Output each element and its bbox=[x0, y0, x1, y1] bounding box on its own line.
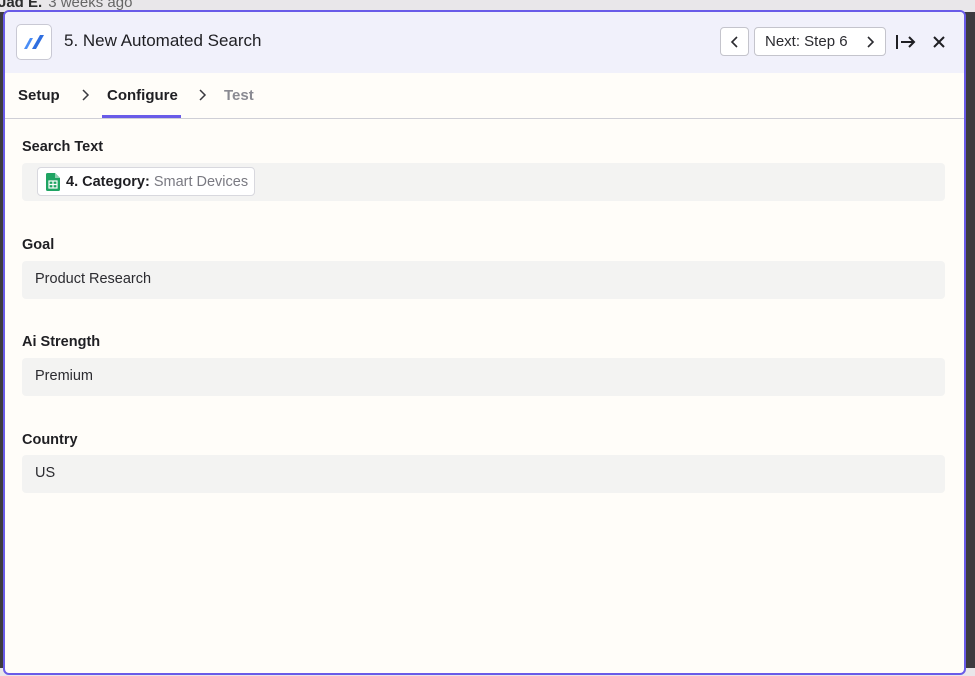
active-tab-indicator bbox=[102, 115, 181, 118]
goal-value: Product Research bbox=[35, 271, 152, 287]
step-editor-modal: 5. New Automated Search Next: Step 6 Set… bbox=[3, 10, 966, 675]
tab-test[interactable]: Test bbox=[224, 87, 254, 104]
tab-setup[interactable]: Setup bbox=[18, 87, 60, 104]
search-text-label: Search Text bbox=[22, 139, 104, 155]
chevron-left-icon bbox=[730, 35, 738, 48]
step-tabs: Setup Configure Test bbox=[5, 73, 964, 119]
country-value: US bbox=[35, 465, 56, 481]
previous-step-button[interactable] bbox=[720, 27, 749, 56]
app-logo-icon bbox=[24, 35, 44, 49]
goal-field[interactable]: Product Research bbox=[22, 261, 945, 299]
ai-strength-value: Premium bbox=[35, 368, 94, 384]
search-text-field[interactable]: 4. Category: Smart Devices bbox=[22, 163, 945, 201]
ai-strength-label: Ai Strength bbox=[22, 334, 101, 350]
next-step-label: Next: Step 6 bbox=[765, 33, 848, 50]
app-logo bbox=[16, 24, 52, 60]
ai-strength-field[interactable]: Premium bbox=[22, 358, 945, 396]
next-step-button[interactable]: Next: Step 6 bbox=[754, 27, 886, 56]
chevron-right-icon bbox=[199, 89, 207, 101]
google-sheets-icon bbox=[46, 172, 60, 191]
chevron-right-icon bbox=[867, 35, 875, 48]
modal-header: 5. New Automated Search Next: Step 6 bbox=[5, 12, 964, 73]
country-label: Country bbox=[22, 432, 78, 448]
close-icon[interactable] bbox=[928, 31, 950, 53]
step-title: 5. New Automated Search bbox=[64, 31, 262, 50]
goal-label: Goal bbox=[22, 237, 55, 253]
exit-arrow-icon[interactable] bbox=[894, 30, 918, 54]
mapped-field-pill[interactable]: 4. Category: Smart Devices bbox=[37, 167, 256, 196]
country-field[interactable]: US bbox=[22, 455, 945, 493]
chevron-right-icon bbox=[82, 89, 90, 101]
pill-value: Smart Devices bbox=[153, 173, 249, 190]
tab-configure[interactable]: Configure bbox=[107, 87, 178, 104]
pill-step-reference: 4. Category: bbox=[66, 173, 150, 190]
